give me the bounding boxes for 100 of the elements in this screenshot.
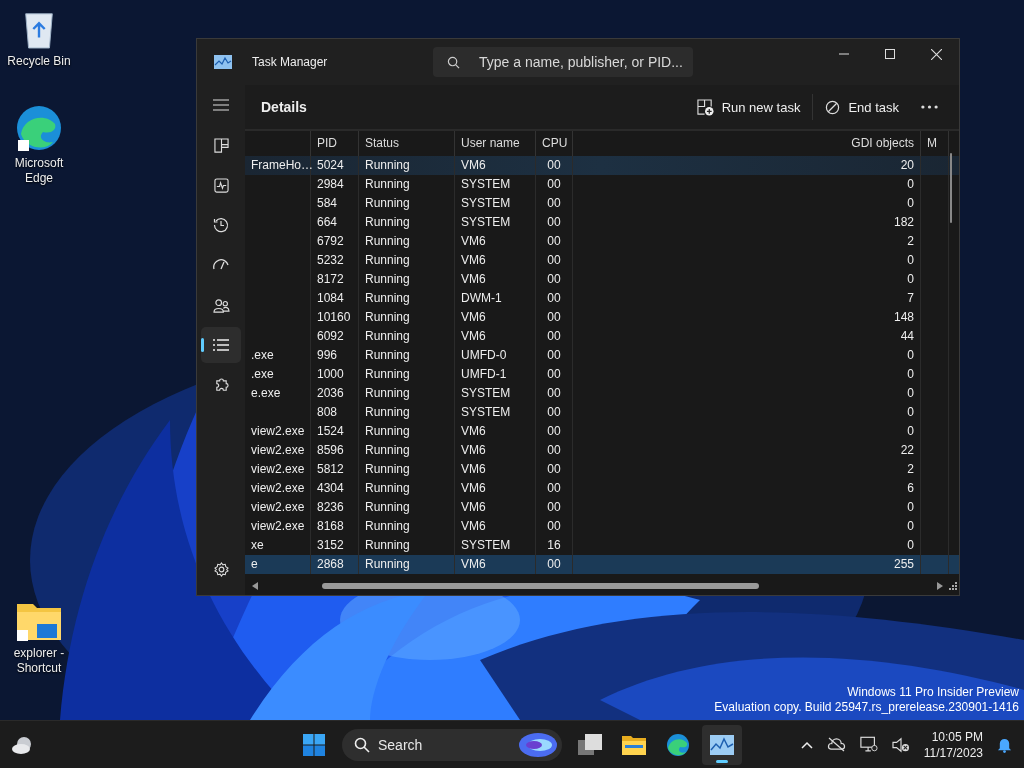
table-cell: 00 <box>536 460 573 479</box>
table-row[interactable]: 664 Running SYSTEM 00 182 <box>245 213 959 232</box>
vertical-scrollbar[interactable] <box>950 153 952 223</box>
chevron-up-icon[interactable] <box>800 740 813 749</box>
table-cell: view2.exe <box>245 498 311 517</box>
table-cell: Running <box>359 289 455 308</box>
muted-speaker-icon[interactable] <box>891 736 910 753</box>
table-cell: Running <box>359 175 455 194</box>
table-cell: 996 <box>311 346 359 365</box>
horizontal-scrollbar[interactable] <box>322 582 759 589</box>
table-cell: 0 <box>573 365 921 384</box>
table-cell: Running <box>359 517 455 536</box>
table-row[interactable]: e 2868 Running VM6 00 255 <box>245 555 959 574</box>
desktop-shortcut[interactable]: Recycle Bin <box>1 8 77 69</box>
table-cell: Running <box>359 251 455 270</box>
table-cell: 0 <box>573 403 921 422</box>
new-task-icon <box>696 98 714 116</box>
table-cell: Running <box>359 346 455 365</box>
table-row[interactable]: FrameHo… 5024 Running VM6 00 20 <box>245 156 959 175</box>
table-cell: VM6 <box>455 517 536 536</box>
table-row[interactable]: view2.exe 8168 Running VM6 00 0 <box>245 517 959 536</box>
taskbar-app-button[interactable] <box>702 725 742 765</box>
table-cell: Running <box>359 365 455 384</box>
table-row[interactable]: 6092 Running VM6 00 44 <box>245 327 959 346</box>
desktop-shortcut[interactable]: explorer - Shortcut <box>1 598 77 676</box>
table-cell: 2984 <box>311 175 359 194</box>
table-row[interactable]: 808 Running SYSTEM 00 0 <box>245 403 959 422</box>
table-cell: 0 <box>573 194 921 213</box>
scroll-right-icon[interactable] <box>937 581 943 590</box>
toolbar-button[interactable]: End task <box>817 91 907 123</box>
table-row[interactable]: view2.exe 8236 Running VM6 00 0 <box>245 498 959 517</box>
table-cell: 0 <box>573 498 921 517</box>
table-row[interactable]: view2.exe 1524 Running VM6 00 0 <box>245 422 959 441</box>
table-cell: 5232 <box>311 251 359 270</box>
table-cell: Running <box>359 232 455 251</box>
watermark-text: Evaluation copy. Build 25947.rs_prerelease.230901-1416 <box>714 700 1019 715</box>
table-cell: Running <box>359 403 455 422</box>
table-cell: Running <box>359 156 455 175</box>
table-cell: 00 <box>536 194 573 213</box>
network-icon[interactable] <box>859 736 878 753</box>
table-cell: 1524 <box>311 422 359 441</box>
table-cell: e <box>245 555 311 574</box>
table-cell: VM6 <box>455 327 536 346</box>
nav-tab[interactable] <box>201 327 241 363</box>
gauge-icon <box>213 259 229 271</box>
search-field[interactable]: Type a name, publisher, or PID... <box>433 47 693 77</box>
table-row[interactable]: e.exe 2036 Running SYSTEM 00 0 <box>245 384 959 403</box>
resize-grip-icon[interactable] <box>949 581 957 590</box>
table-cell: 00 <box>536 213 573 232</box>
folder-icon <box>622 735 646 755</box>
table-cell: view2.exe <box>245 422 311 441</box>
table-row[interactable]: .exe 1000 Running UMFD-1 00 0 <box>245 365 959 384</box>
table-row[interactable]: 584 Running SYSTEM 00 0 <box>245 194 959 213</box>
table-cell: Running <box>359 498 455 517</box>
table-cell: 2868 <box>311 555 359 574</box>
table-cell: VM6 <box>455 441 536 460</box>
scroll-left-icon[interactable] <box>252 581 258 590</box>
table-cell: Running <box>359 213 455 232</box>
table-cell: 8172 <box>311 270 359 289</box>
cloud-off-icon[interactable] <box>826 737 846 752</box>
table-cell: VM6 <box>455 479 536 498</box>
table-row[interactable]: 8172 Running VM6 00 0 <box>245 270 959 289</box>
shortcut-label: explorer - Shortcut <box>12 646 66 676</box>
table-cell: 0 <box>573 175 921 194</box>
table-row[interactable]: 6792 Running VM6 00 2 <box>245 232 959 251</box>
clock[interactable]: 10:05 PM 11/17/2023 <box>923 728 983 761</box>
table-cell: 1000 <box>311 365 359 384</box>
bell-icon[interactable] <box>997 736 1012 753</box>
table-cell: 00 <box>536 175 573 194</box>
table-cell: 7 <box>573 289 921 308</box>
table-cell: 2036 <box>311 384 359 403</box>
table-cell: 1084 <box>311 289 359 308</box>
table-cell: Running <box>359 460 455 479</box>
table-cell: 182 <box>573 213 921 232</box>
table-row[interactable]: 1084 Running DWM-1 00 7 <box>245 289 959 308</box>
table-row[interactable]: view2.exe 4304 Running VM6 00 6 <box>245 479 959 498</box>
table-cell: VM6 <box>455 156 536 175</box>
desktop-shortcut[interactable]: Microsoft Edge <box>1 104 77 186</box>
table-cell: VM6 <box>455 422 536 441</box>
table-cell: 00 <box>536 498 573 517</box>
table-cell: VM6 <box>455 555 536 574</box>
minimize-icon <box>839 53 849 55</box>
table-cell: SYSTEM <box>455 175 536 194</box>
table-cell: 4304 <box>311 479 359 498</box>
table-row[interactable]: 5232 Running VM6 00 0 <box>245 251 959 270</box>
table-row[interactable]: view2.exe 8596 Running VM6 00 22 <box>245 441 959 460</box>
windows-logo-icon <box>303 734 325 756</box>
puzzle-icon <box>213 377 229 393</box>
toolbar-button[interactable]: Run new task <box>688 91 809 123</box>
table-cell: 00 <box>536 346 573 365</box>
watermark-text: Windows 11 Pro Insider Preview <box>847 685 1019 700</box>
table-row[interactable]: .exe 996 Running UMFD-0 00 0 <box>245 346 959 365</box>
grid-icon <box>213 137 229 153</box>
task-view-icon <box>578 734 602 756</box>
table-row[interactable]: view2.exe 5812 Running VM6 00 2 <box>245 460 959 479</box>
table-cell: 584 <box>311 194 359 213</box>
table-row[interactable]: 2984 Running SYSTEM 00 0 <box>245 175 959 194</box>
table-cell: 00 <box>536 156 573 175</box>
table-row[interactable]: 10160 Running VM6 00 148 <box>245 308 959 327</box>
table-cell: VM6 <box>455 460 536 479</box>
